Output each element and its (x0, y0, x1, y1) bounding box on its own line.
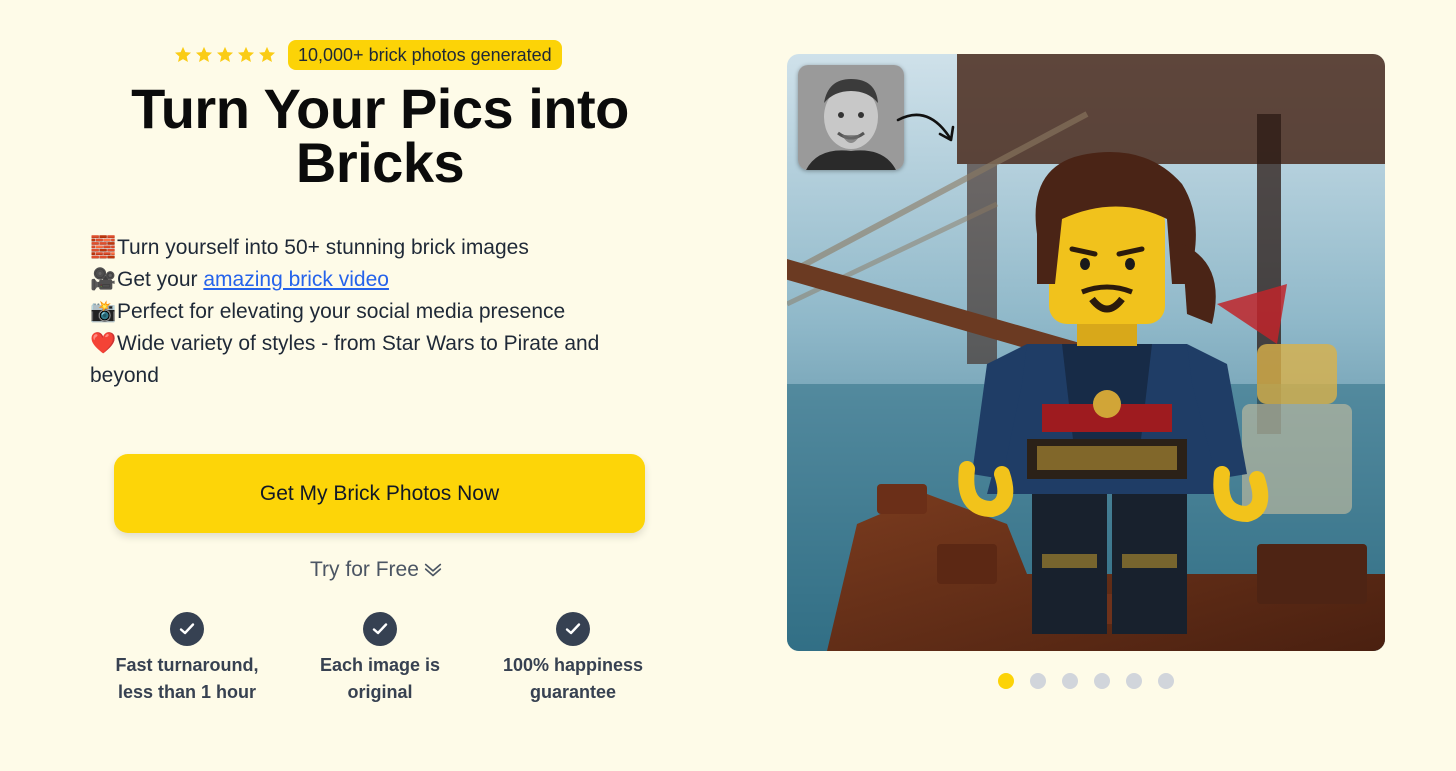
original-photo-thumbnail (798, 65, 904, 170)
video-camera-icon: 🎥 (90, 268, 117, 291)
rating-row: 10,000+ brick photos generated (174, 40, 562, 70)
get-brick-photos-button[interactable]: Get My Brick Photos Now (114, 454, 645, 533)
guarantee-line: less than 1 hour (117, 682, 257, 702)
check-icon (170, 612, 204, 646)
carousel-dot[interactable] (1126, 673, 1142, 689)
star-rating (174, 46, 276, 64)
guarantee-line: original (347, 682, 413, 702)
try-for-free-label: Try for Free (310, 558, 419, 581)
guarantee-item: 100% happiness guarantee (478, 612, 668, 706)
star-icon (216, 46, 234, 63)
guarantee-item: Fast turnaround, less than 1 hour (92, 612, 282, 706)
curved-arrow-icon (896, 113, 955, 142)
feature-list: 🧱Turn yourself into 50+ stunning brick i… (90, 232, 650, 392)
feature-item: 🧱Turn yourself into 50+ stunning brick i… (90, 232, 650, 264)
guarantee-line: guarantee (529, 682, 617, 702)
star-icon (258, 46, 276, 63)
check-icon (363, 612, 397, 646)
feature-text: Wide variety of styles - from Star Wars … (90, 332, 600, 387)
feature-text: Turn yourself into 50+ stunning brick im… (117, 236, 529, 259)
brick-icon: 🧱 (90, 236, 117, 259)
headline-line-2: Bricks (295, 131, 465, 194)
star-icon (174, 46, 192, 63)
carousel-dot[interactable] (1030, 673, 1046, 689)
feature-item: ❤️Wide variety of styles - from Star War… (90, 328, 650, 392)
star-icon (237, 46, 255, 63)
page-title: Turn Your Pics into Bricks (100, 81, 660, 191)
landing-page: 10,000+ brick photos generated Turn Your… (0, 0, 1456, 771)
guarantee-line: Each image is (319, 655, 441, 675)
carousel-dot[interactable] (998, 673, 1014, 689)
carousel-dot[interactable] (1062, 673, 1078, 689)
feature-item: 📸Perfect for elevating your social media… (90, 296, 650, 328)
carousel-dot[interactable] (1158, 673, 1174, 689)
feature-item: 🎥Get your amazing brick video (90, 264, 650, 296)
feature-text: Perfect for elevating your social media … (117, 300, 566, 323)
carousel-pagination (998, 673, 1174, 689)
try-for-free-link[interactable]: Try for Free (310, 558, 444, 582)
photos-generated-badge: 10,000+ brick photos generated (288, 40, 562, 70)
feature-text: Get your (117, 268, 204, 291)
camera-flash-icon: 📸 (90, 300, 117, 323)
guarantee-line: Fast turnaround, (115, 655, 259, 675)
heart-icon: ❤️ (90, 332, 117, 355)
guarantee-line: 100% happiness (502, 655, 644, 675)
double-chevron-down-icon (424, 563, 442, 577)
brick-video-link[interactable]: amazing brick video (203, 268, 389, 291)
check-icon (556, 612, 590, 646)
star-icon (195, 46, 213, 63)
guarantee-item: Each image is original (285, 612, 475, 706)
carousel-dot[interactable] (1094, 673, 1110, 689)
